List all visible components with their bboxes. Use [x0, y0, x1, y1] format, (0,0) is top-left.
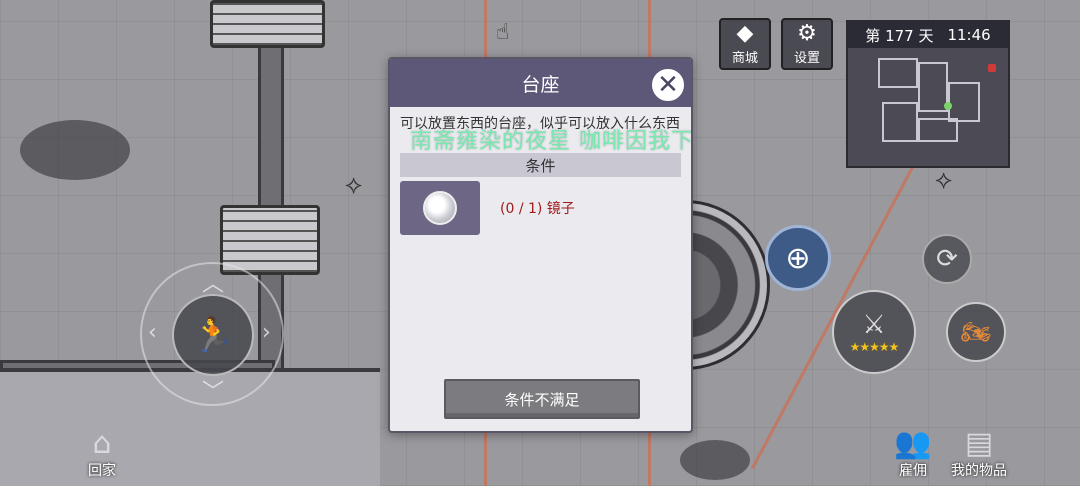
condition-row: (0 / 1) 镜子 [400, 181, 681, 235]
refresh-button[interactable]: ⟳ [922, 234, 972, 284]
minimap-room [882, 102, 918, 142]
item-slot[interactable] [400, 181, 480, 235]
minimap-room [948, 82, 980, 122]
arrow-down-icon: ﹀ [202, 380, 225, 405]
sprint-button[interactable]: 🏃 [172, 294, 254, 376]
home-button[interactable]: ⌂ 回家 [78, 428, 126, 480]
magnifier-plus-icon: ⊕ [785, 240, 811, 276]
running-person-icon: 🏃 [191, 315, 235, 355]
diamond-icon: ◆ [736, 20, 754, 46]
weapon-stars: ★★★★★ [849, 340, 900, 354]
sword-icon: ⚔ [862, 310, 886, 340]
close-icon: ✕ [657, 70, 679, 100]
machine-block [210, 0, 325, 48]
close-button[interactable]: ✕ [650, 67, 686, 103]
overlay-watermark-text: 南斋雍染的夜星 咖啡因我下 [410, 129, 693, 154]
motorcycle-icon: 🏍 [960, 318, 992, 346]
pedestal-dialog: 台座 ✕ 可以放置东西的台座，似乎可以放入什么东西 条件 (0 / 1) 镜子 … [388, 57, 693, 433]
conditions-not-met-button[interactable]: 条件不满足 [444, 379, 640, 419]
interact-hand-icon[interactable]: ☝ [496, 20, 509, 45]
people-icon: 👥 [894, 426, 932, 461]
day-counter: 第 177 天 [865, 26, 934, 45]
minimap[interactable]: 第 177 天 11:46 [846, 20, 1010, 168]
house-icon: ⌂ [92, 426, 112, 461]
weapon-button[interactable]: ⚔ ★★★★★ [832, 290, 916, 374]
shop-button[interactable]: ◆ 商城 [719, 18, 771, 70]
movement-joystick[interactable]: ︿ ﹀ ‹ › 🏃 [140, 262, 284, 406]
stain [20, 120, 130, 180]
arrow-left-icon: ‹ [148, 320, 157, 345]
player-marker [944, 102, 952, 110]
crack-mark: ⟡ [935, 165, 953, 195]
condition-text: (0 / 1) 镜子 [500, 201, 575, 217]
gear-icon: ⚙ [797, 20, 817, 46]
vehicle-button[interactable]: 🏍 [946, 302, 1006, 362]
stain [680, 440, 750, 480]
arrow-right-icon: › [262, 320, 271, 345]
dialog-title: 台座 [521, 73, 560, 96]
clock-time: 11:46 [947, 26, 991, 44]
inventory-button[interactable]: ▤ 我的物品 [946, 428, 1012, 480]
settings-button[interactable]: ⚙ 设置 [781, 18, 833, 70]
conditions-title: 条件 [525, 156, 556, 175]
chest-icon: ▤ [964, 426, 994, 461]
action-label: 条件不满足 [504, 390, 580, 409]
minimap-room [878, 58, 918, 88]
minimap-header: 第 177 天 11:46 [848, 22, 1008, 48]
zoom-in-button[interactable]: ⊕ [765, 225, 831, 291]
hire-button[interactable]: 👥 雇佣 [888, 428, 938, 480]
machine-block [220, 205, 320, 275]
dialog-header: 台座 ✕ [390, 59, 691, 107]
minimap-room [918, 118, 958, 142]
conditions-header: 条件 [400, 153, 681, 177]
refresh-icon: ⟳ [936, 244, 958, 274]
mirror-icon [423, 191, 457, 225]
objective-marker [988, 64, 996, 72]
crack-mark: ⟡ [345, 170, 363, 200]
